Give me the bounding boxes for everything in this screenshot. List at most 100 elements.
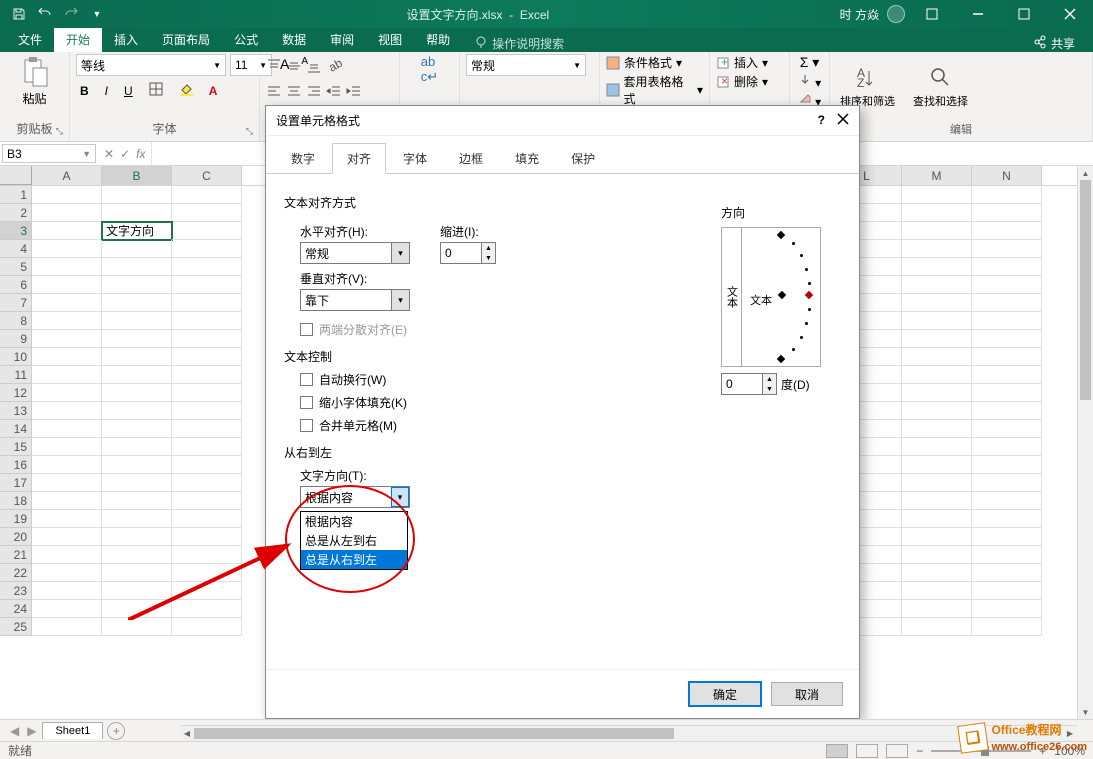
justify-distributed-checkbox[interactable] <box>300 323 313 336</box>
wrap-text-icon[interactable]: abc↵ <box>421 54 438 85</box>
scroll-down-icon[interactable]: ▼ <box>1078 705 1093 719</box>
scroll-left-icon[interactable]: ◀ <box>180 726 194 740</box>
cell[interactable] <box>32 618 102 636</box>
cell[interactable] <box>172 456 242 474</box>
tab-protection[interactable]: 保护 <box>556 143 610 174</box>
tab-file[interactable]: 文件 <box>6 27 54 52</box>
cell[interactable] <box>32 366 102 384</box>
cell[interactable] <box>902 618 972 636</box>
spin-up-icon[interactable]: ▲ <box>762 374 776 384</box>
cell[interactable] <box>902 510 972 528</box>
row-header[interactable]: 3 <box>0 222 32 240</box>
tab-view[interactable]: 视图 <box>366 27 414 52</box>
cell[interactable] <box>972 366 1042 384</box>
cell[interactable] <box>902 258 972 276</box>
cell[interactable] <box>902 276 972 294</box>
row-header[interactable]: 9 <box>0 330 32 348</box>
cell[interactable] <box>102 258 172 276</box>
cell[interactable] <box>902 348 972 366</box>
conditional-format-button[interactable]: 条件格式 ▾ <box>606 54 682 71</box>
row-header[interactable]: 22 <box>0 564 32 582</box>
cell[interactable] <box>902 600 972 618</box>
cell[interactable] <box>172 276 242 294</box>
tab-page-layout[interactable]: 页面布局 <box>150 27 222 52</box>
row-header[interactable]: 25 <box>0 618 32 636</box>
align-top-icon[interactable] <box>266 58 282 77</box>
col-header[interactable]: N <box>972 166 1042 185</box>
cell[interactable] <box>32 240 102 258</box>
row-header[interactable]: 11 <box>0 366 32 384</box>
insert-cells-button[interactable]: +插入 ▾ <box>716 54 768 71</box>
row-header[interactable]: 7 <box>0 294 32 312</box>
cell[interactable] <box>102 420 172 438</box>
col-header[interactable]: B <box>102 166 172 185</box>
fill-icon[interactable]: ▾ <box>798 73 821 90</box>
cell[interactable] <box>172 510 242 528</box>
qat-customize-icon[interactable]: ▼ <box>86 3 108 25</box>
cell[interactable] <box>902 366 972 384</box>
cell[interactable] <box>102 618 172 636</box>
save-icon[interactable] <box>8 3 30 25</box>
delete-cells-button[interactable]: ×删除 ▾ <box>716 73 768 90</box>
ribbon-display-icon[interactable] <box>913 0 951 28</box>
merge-cells-checkbox[interactable] <box>300 419 313 432</box>
cell[interactable] <box>32 456 102 474</box>
cell[interactable] <box>102 402 172 420</box>
cell[interactable] <box>972 204 1042 222</box>
cell[interactable] <box>902 492 972 510</box>
cell[interactable] <box>172 186 242 204</box>
cell[interactable] <box>102 276 172 294</box>
cell[interactable] <box>102 510 172 528</box>
cell[interactable] <box>972 456 1042 474</box>
launcher-icon[interactable]: ⤡ <box>56 126 63 137</box>
cell[interactable] <box>102 456 172 474</box>
cell[interactable] <box>902 564 972 582</box>
col-header[interactable]: A <box>32 166 102 185</box>
align-middle-icon[interactable] <box>286 58 302 77</box>
tab-insert[interactable]: 插入 <box>102 27 150 52</box>
increase-indent-icon[interactable] <box>346 83 362 102</box>
cell[interactable] <box>972 474 1042 492</box>
cell[interactable] <box>172 366 242 384</box>
vertical-text-button[interactable]: 文本 <box>722 228 742 366</box>
cell[interactable] <box>32 186 102 204</box>
cell[interactable] <box>102 474 172 492</box>
zoom-out-icon[interactable]: − <box>916 744 923 758</box>
scroll-up-icon[interactable]: ▲ <box>1078 166 1093 180</box>
cell[interactable] <box>902 240 972 258</box>
tab-data[interactable]: 数据 <box>270 27 318 52</box>
cell[interactable] <box>32 330 102 348</box>
cell[interactable] <box>902 402 972 420</box>
cell[interactable] <box>32 474 102 492</box>
cell[interactable] <box>102 528 172 546</box>
col-header[interactable]: M <box>902 166 972 185</box>
row-header[interactable]: 15 <box>0 438 32 456</box>
username[interactable]: 时 方焱 <box>840 6 879 23</box>
cell[interactable] <box>172 294 242 312</box>
underline-button[interactable]: U <box>120 82 137 100</box>
cell[interactable] <box>972 528 1042 546</box>
row-header[interactable]: 21 <box>0 546 32 564</box>
fill-color-icon[interactable] <box>175 80 197 101</box>
cell[interactable] <box>102 186 172 204</box>
row-header[interactable]: 24 <box>0 600 32 618</box>
cell[interactable] <box>32 402 102 420</box>
cell[interactable] <box>902 528 972 546</box>
cell[interactable] <box>32 276 102 294</box>
page-break-view-icon[interactable] <box>886 744 908 758</box>
cell[interactable] <box>102 492 172 510</box>
cell[interactable] <box>972 348 1042 366</box>
cell[interactable] <box>102 348 172 366</box>
cell[interactable] <box>172 564 242 582</box>
cell[interactable] <box>102 240 172 258</box>
cancel-formula-icon[interactable]: ✕ <box>104 147 114 161</box>
cell[interactable] <box>102 564 172 582</box>
cell[interactable] <box>32 582 102 600</box>
cell[interactable] <box>972 222 1042 240</box>
tab-fill[interactable]: 填充 <box>500 143 554 174</box>
cell[interactable] <box>102 204 172 222</box>
cell[interactable] <box>972 546 1042 564</box>
cell[interactable] <box>172 348 242 366</box>
avatar[interactable] <box>887 5 905 23</box>
row-header[interactable]: 17 <box>0 474 32 492</box>
